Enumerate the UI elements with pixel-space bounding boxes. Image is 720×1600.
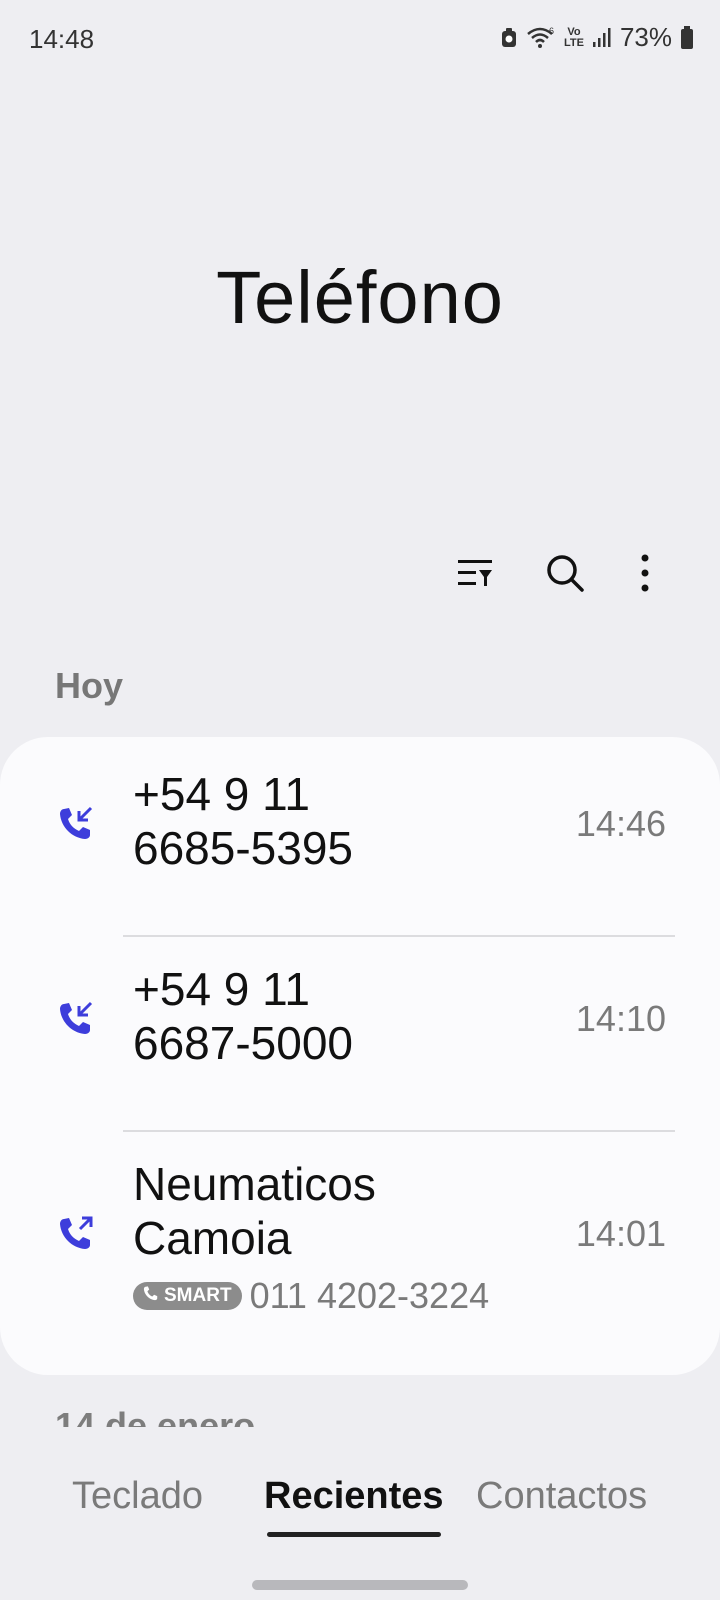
smart-badge: SMART — [133, 1282, 242, 1310]
phone-icon — [143, 1285, 159, 1307]
active-tab-indicator — [267, 1532, 441, 1537]
call-name-line2: 6685-5395 — [133, 822, 353, 874]
call-row[interactable]: +54 9 11 6685-5395 14:46 — [0, 767, 720, 927]
call-row[interactable]: Neumaticos Camoia 14:01 SMART 011 4202-3… — [0, 1157, 720, 1357]
recent-calls-card: +54 9 11 6685-5395 14:46 +54 9 11 6687-5… — [0, 737, 720, 1375]
network-label: LTE — [563, 36, 584, 49]
gesture-bar[interactable] — [252, 1580, 468, 1590]
tab-teclado[interactable]: Teclado — [72, 1475, 203, 1518]
call-time: 14:01 — [575, 1213, 666, 1254]
bottom-nav: Teclado Recientes Contactos — [0, 1475, 720, 1535]
filter-button[interactable] — [450, 550, 500, 600]
tab-contactos[interactable]: Contactos — [476, 1475, 647, 1518]
search-button[interactable] — [540, 550, 590, 600]
volte-icon: Vo LTE — [563, 25, 584, 49]
tab-recientes[interactable]: Recientes — [264, 1475, 444, 1518]
call-row[interactable]: +54 9 11 6687-5000 14:10 — [0, 962, 720, 1122]
divider — [123, 1130, 675, 1132]
signal-icon — [592, 27, 612, 49]
call-name-line2: 6687-5000 — [133, 1017, 353, 1069]
call-name-line2: Camoia — [133, 1212, 292, 1264]
call-name: +54 9 11 6685-5395 — [133, 767, 353, 875]
battery-percent: 73% — [619, 22, 672, 52]
more-options-button[interactable] — [620, 550, 670, 600]
more-options-icon — [640, 554, 650, 597]
section-header-date: 14 de enero — [55, 1405, 256, 1427]
call-name: Neumaticos Camoia — [133, 1157, 376, 1265]
battery-icon — [680, 25, 694, 50]
call-time: 14:46 — [575, 803, 666, 844]
search-icon — [545, 553, 585, 598]
status-icons: 6 Vo LTE 73% — [500, 22, 694, 53]
call-name-line1: +54 9 11 — [133, 768, 310, 820]
call-name-line1: Neumaticos — [133, 1158, 376, 1210]
toolbar — [0, 550, 720, 600]
section-header-today: Hoy — [55, 665, 124, 706]
incoming-call-icon — [58, 1000, 94, 1036]
wifi-icon: 6 — [526, 26, 556, 50]
call-time: 14:10 — [575, 998, 666, 1039]
incoming-call-icon — [58, 805, 94, 841]
filter-icon — [456, 556, 494, 595]
svg-text:6: 6 — [549, 26, 554, 36]
page-title: Teléfono — [216, 256, 504, 339]
smart-badge-label: SMART — [164, 1285, 232, 1306]
status-time: 14:48 — [29, 24, 95, 54]
screenshot-icon — [500, 27, 518, 49]
call-name-line1: +54 9 11 — [133, 963, 310, 1015]
status-bar: 14:48 6 Vo LTE 73% — [0, 0, 720, 80]
outgoing-call-icon — [58, 1215, 94, 1251]
divider — [123, 935, 675, 937]
call-name: +54 9 11 6687-5000 — [133, 962, 353, 1070]
call-number: 011 4202-3224 — [249, 1275, 490, 1316]
call-subline: SMART 011 4202-3224 — [133, 1275, 489, 1317]
